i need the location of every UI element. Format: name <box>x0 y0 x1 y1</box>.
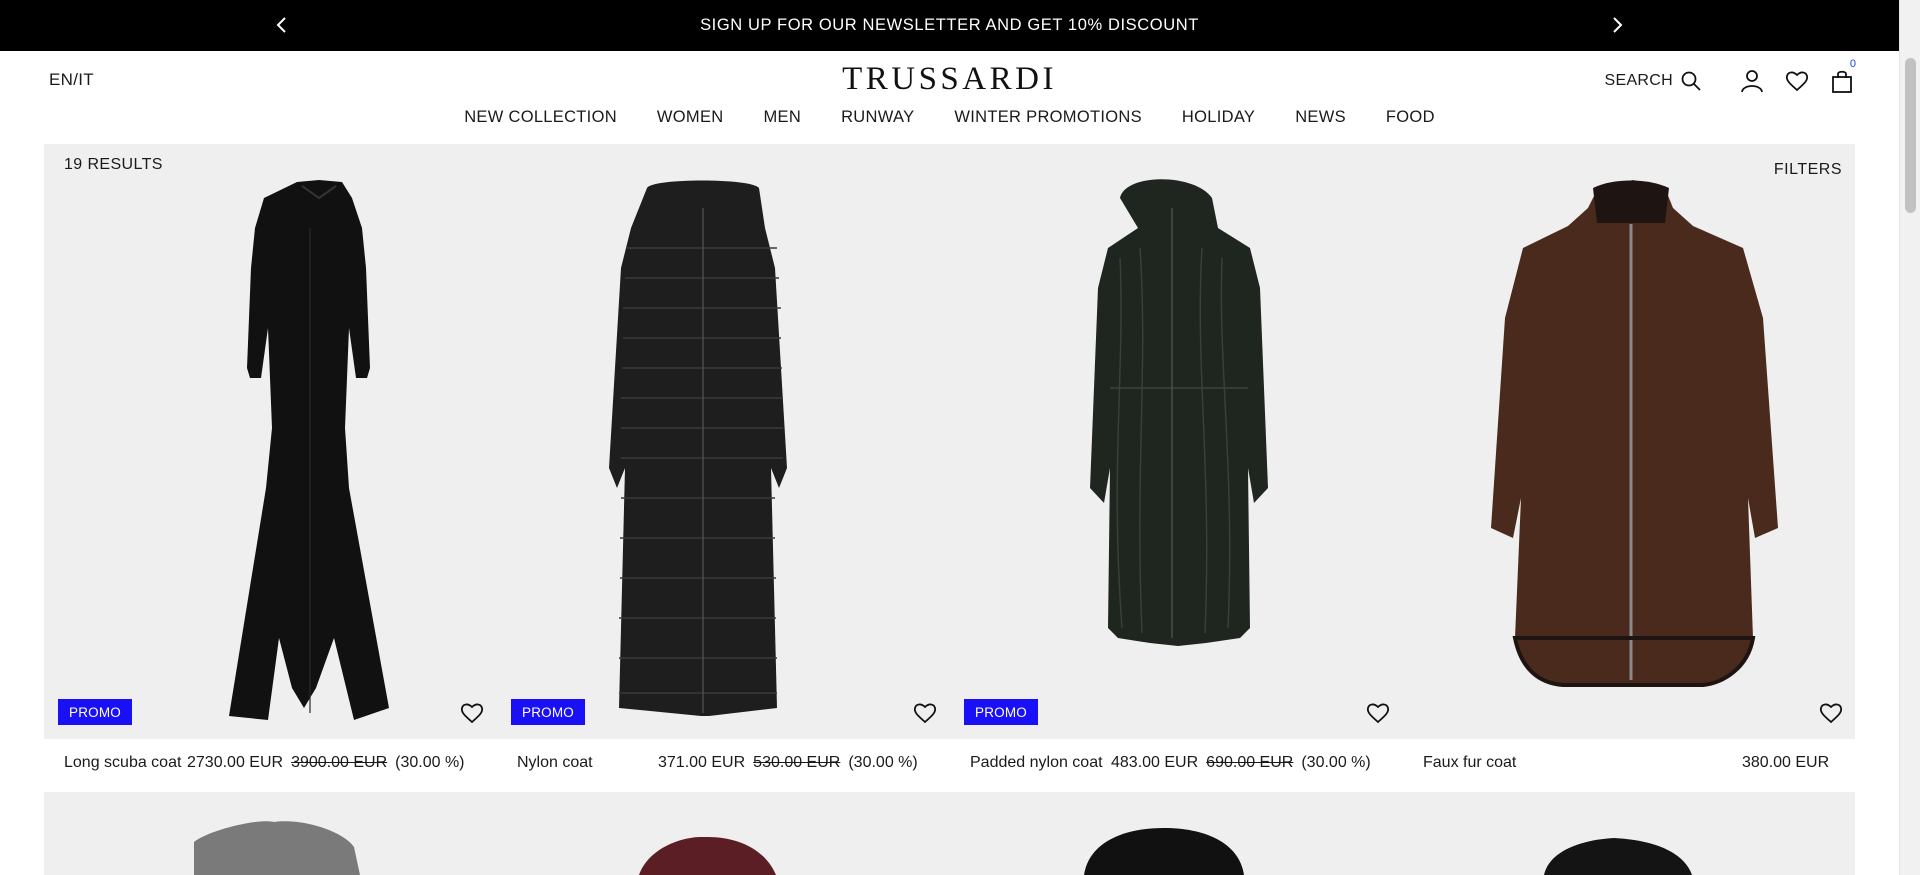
scrollbar-thumb[interactable] <box>1905 58 1916 213</box>
product-name[interactable]: Faux fur coat <box>1423 754 1516 772</box>
heart-icon[interactable] <box>1365 701 1391 725</box>
product-price: 483.00 EUR 690.00 EUR (30.00 %) <box>1111 754 1371 772</box>
product-price: 371.00 EUR 530.00 EUR (30.00 %) <box>658 754 918 772</box>
product-name[interactable]: Long scuba coat <box>64 754 181 772</box>
product-image-nylon-coat[interactable] <box>497 168 949 728</box>
product-name[interactable]: Padded nylon coat <box>970 754 1103 772</box>
discount: (30.00 %) <box>1301 754 1371 771</box>
heart-icon <box>1785 71 1809 92</box>
search-button[interactable]: SEARCH <box>1605 71 1701 91</box>
nav-item-new-collection[interactable]: NEW COLLECTION <box>464 108 617 127</box>
chevron-left-icon[interactable] <box>271 14 293 36</box>
header-utilities: SEARCH 0 <box>1605 58 1856 98</box>
scrollbar[interactable] <box>1899 0 1920 875</box>
old-price: 690.00 EUR <box>1206 754 1294 771</box>
discount: (30.00 %) <box>848 754 918 771</box>
chevron-right-icon[interactable] <box>1606 14 1628 36</box>
user-icon <box>1741 70 1763 93</box>
announcement-bar: SIGN UP FOR OUR NEWSLETTER AND GET 10% D… <box>0 0 1899 51</box>
nav-item-runway[interactable]: RUNWAY <box>841 108 914 127</box>
nav-item-women[interactable]: WOMEN <box>657 108 724 127</box>
cart-count: 0 <box>1849 58 1856 70</box>
current-price: 2730.00 EUR <box>187 754 284 771</box>
wishlist-button[interactable] <box>1783 67 1811 95</box>
search-label: SEARCH <box>1604 72 1673 89</box>
discount: (30.00 %) <box>395 754 465 771</box>
search-icon <box>1681 71 1701 91</box>
product-name[interactable]: Nylon coat <box>517 754 593 772</box>
product-image-long-scuba-coat[interactable] <box>44 168 496 728</box>
promo-badge: PROMO <box>964 699 1039 725</box>
product-image-padded-nylon-coat[interactable] <box>950 168 1402 728</box>
product-price: 2730.00 EUR 3900.00 EUR (30.00 %) <box>187 754 465 772</box>
main-nav: NEW COLLECTION WOMEN MEN RUNWAY WINTER P… <box>0 108 1899 127</box>
product-grid-row-2 <box>44 792 1855 875</box>
old-price: 3900.00 EUR <box>291 754 388 771</box>
current-price: 371.00 EUR <box>658 754 746 771</box>
account-button[interactable] <box>1738 67 1766 95</box>
current-price: 380.00 EUR <box>1742 754 1830 771</box>
cart-button[interactable]: 0 <box>1828 58 1856 95</box>
product-image-faux-fur-coat[interactable] <box>1403 168 1855 728</box>
nav-item-men[interactable]: MEN <box>764 108 802 127</box>
promo-badge: PROMO <box>58 699 133 725</box>
nav-item-food[interactable]: FOOD <box>1386 108 1435 127</box>
product-price: 380.00 EUR <box>1742 754 1829 772</box>
heart-icon[interactable] <box>912 701 938 725</box>
heart-icon[interactable] <box>459 701 485 725</box>
nav-item-winter-promotions[interactable]: WINTER PROMOTIONS <box>954 108 1142 127</box>
bag-icon <box>1832 70 1852 93</box>
promo-badge: PROMO <box>511 699 586 725</box>
old-price: 530.00 EUR <box>753 754 841 771</box>
announcement-text[interactable]: SIGN UP FOR OUR NEWSLETTER AND GET 10% D… <box>700 16 1199 35</box>
heart-icon[interactable] <box>1818 701 1844 725</box>
current-price: 483.00 EUR <box>1111 754 1199 771</box>
nav-item-news[interactable]: NEWS <box>1295 108 1346 127</box>
nav-item-holiday[interactable]: HOLIDAY <box>1182 108 1255 127</box>
